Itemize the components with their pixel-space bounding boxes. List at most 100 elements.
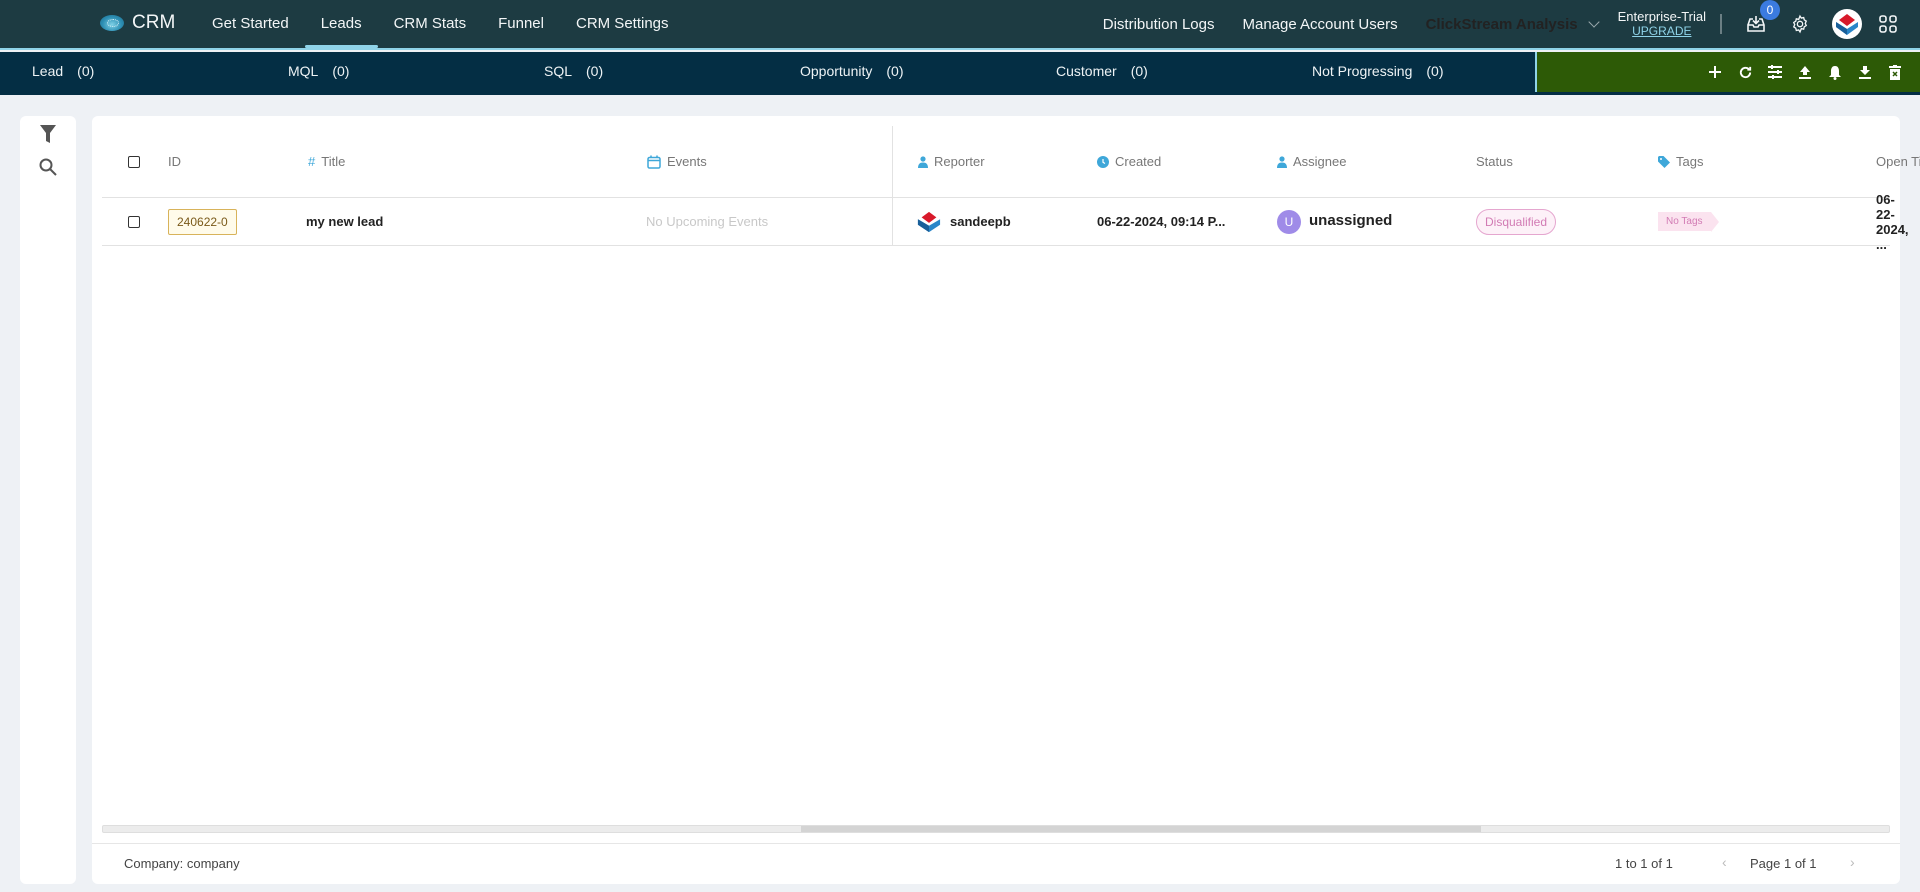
nav-crm-stats[interactable]: CRM Stats — [378, 0, 483, 48]
stage-label: MQL — [288, 63, 319, 79]
reporter-cell: sandeepb — [916, 198, 1011, 245]
filter-button[interactable] — [37, 123, 59, 145]
next-page-icon[interactable]: › — [1850, 854, 1855, 870]
chevron-down-icon[interactable] — [1587, 16, 1600, 28]
scrollbar-thumb[interactable] — [801, 826, 1481, 832]
lead-id[interactable]: 240622-0 — [168, 208, 237, 235]
events-text: No Upcoming Events — [646, 214, 769, 229]
settings-button[interactable] — [1788, 12, 1812, 36]
plan-name: Enterprise-Trial — [1617, 9, 1706, 24]
stage-count: (0) — [586, 63, 604, 79]
column-label: Assignee — [1293, 154, 1347, 169]
tag-icon — [1658, 155, 1670, 168]
row-checkbox[interactable] — [128, 215, 140, 228]
id-cell: 240622-0 — [168, 198, 237, 245]
column-label: Tags — [1676, 154, 1704, 169]
stage-opportunity[interactable]: Opportunity (0) — [800, 52, 904, 90]
column-header-tags[interactable]: Tags — [1658, 126, 1703, 197]
divider — [1720, 14, 1722, 34]
manage-account-users-link[interactable]: Manage Account Users — [1243, 16, 1398, 33]
search-icon — [39, 158, 57, 176]
top-navigation: CRM Get Started Leads CRM Stats Funnel C… — [0, 0, 1920, 50]
app-name: CRM — [132, 12, 176, 33]
column-header-id[interactable]: ID — [168, 126, 181, 197]
apps-button[interactable] — [1876, 12, 1900, 36]
main-nav: Get Started Leads CRM Stats Funnel CRM S… — [196, 0, 685, 48]
inbox-button[interactable]: 0 — [1744, 0, 1780, 36]
reporter-avatar-icon — [917, 211, 941, 232]
column-header-title[interactable]: # Title — [308, 126, 345, 197]
status-cell: Disqualified — [1476, 198, 1557, 245]
add-button[interactable] — [1704, 61, 1726, 83]
column-header-events[interactable]: Events — [647, 126, 707, 197]
column-label: Created — [1115, 154, 1162, 169]
download-icon — [1859, 66, 1871, 79]
pinned-columns-divider — [892, 126, 893, 246]
leads-grid-card: ID # Title Events Reporter Created Assig… — [92, 116, 1920, 884]
column-label: Reporter — [934, 154, 985, 169]
refresh-button[interactable] — [1734, 61, 1756, 83]
nav-leads[interactable]: Leads — [304, 0, 378, 48]
stage-not-progressing[interactable]: Not Progressing (0) — [1312, 52, 1444, 90]
nav-get-started[interactable]: Get Started — [196, 0, 305, 48]
created-date: 06-22-2024, 09:14 P... — [1097, 214, 1226, 229]
refresh-icon — [1739, 66, 1751, 78]
column-header-status[interactable]: Status — [1476, 126, 1513, 197]
stage-label: Lead — [32, 63, 64, 79]
column-header-reporter[interactable]: Reporter — [918, 126, 985, 197]
stage-customer[interactable]: Customer (0) — [1056, 52, 1148, 90]
nav-right: Distribution Logs Manage Account Users C… — [1103, 0, 1920, 48]
assignee-name: unassigned — [1309, 212, 1393, 229]
grid-header: ID # Title Events Reporter Created Assig… — [102, 126, 1920, 198]
workspace-selector[interactable]: ClickStream Analysis — [1426, 16, 1578, 33]
stage-label: SQL — [544, 63, 573, 79]
horizontal-scrollbar[interactable] — [102, 825, 1890, 833]
stage-mql[interactable]: MQL (0) — [288, 52, 349, 90]
download-button[interactable] — [1854, 61, 1876, 83]
tag-badge[interactable]: No Tags — [1658, 212, 1718, 232]
assignee-avatar: U — [1277, 209, 1301, 234]
delete-icon — [1889, 64, 1901, 80]
stage-label: Opportunity — [800, 63, 873, 79]
column-header-open-time[interactable]: Open Time — [1876, 126, 1920, 197]
column-settings-button[interactable] — [1764, 61, 1786, 83]
status-badge[interactable]: Disqualified — [1476, 208, 1557, 235]
bell-icon — [1829, 65, 1841, 80]
distribution-logs-link[interactable]: Distribution Logs — [1103, 16, 1215, 33]
filter-icon — [40, 125, 56, 143]
nav-funnel[interactable]: Funnel — [482, 0, 560, 48]
person-icon — [1277, 155, 1287, 168]
stage-lead[interactable]: Lead (0) — [32, 52, 94, 90]
upload-icon — [1799, 66, 1811, 79]
grid-footer: Company: company 1 to 1 of 1 ‹ Page 1 of… — [92, 843, 1900, 884]
search-button[interactable] — [37, 156, 59, 178]
column-header-assignee[interactable]: Assignee — [1277, 126, 1346, 197]
column-label: Events — [667, 154, 707, 169]
column-header-created[interactable]: Created — [1097, 126, 1161, 197]
plan-info: Enterprise-Trial UPGRADE — [1618, 9, 1706, 39]
previous-page-icon[interactable]: ‹ — [1722, 854, 1727, 870]
open-time-cell: 06-22-2024, ... — [1876, 192, 1909, 252]
stage-count: (0) — [332, 63, 350, 79]
delete-button[interactable] — [1884, 61, 1906, 83]
left-tool-panel — [20, 116, 76, 884]
select-all-cell — [128, 126, 140, 197]
upload-button[interactable] — [1794, 61, 1816, 83]
stage-count: (0) — [77, 63, 95, 79]
brand[interactable]: CRM — [100, 12, 175, 34]
stage-sql[interactable]: SQL (0) — [544, 52, 603, 90]
row-select-cell — [128, 198, 140, 245]
user-avatar[interactable] — [1832, 9, 1862, 39]
lead-title[interactable]: my new lead — [306, 214, 383, 229]
tags-cell: No Tags — [1658, 198, 1719, 245]
crm-logo-icon — [100, 15, 124, 31]
table-row[interactable]: 240622-0 my new lead No Upcoming Events … — [102, 192, 1909, 252]
stage-label: Customer — [1056, 63, 1117, 79]
select-all-checkbox[interactable] — [128, 155, 140, 168]
company-label: Company: company — [124, 856, 240, 871]
upgrade-link[interactable]: UPGRADE — [1632, 24, 1691, 39]
nav-crm-settings[interactable]: CRM Settings — [560, 0, 685, 48]
assignee-cell[interactable]: U unassigned — [1277, 198, 1392, 245]
created-cell: 06-22-2024, 09:14 P... — [1097, 198, 1225, 245]
notifications-button[interactable] — [1824, 61, 1846, 83]
